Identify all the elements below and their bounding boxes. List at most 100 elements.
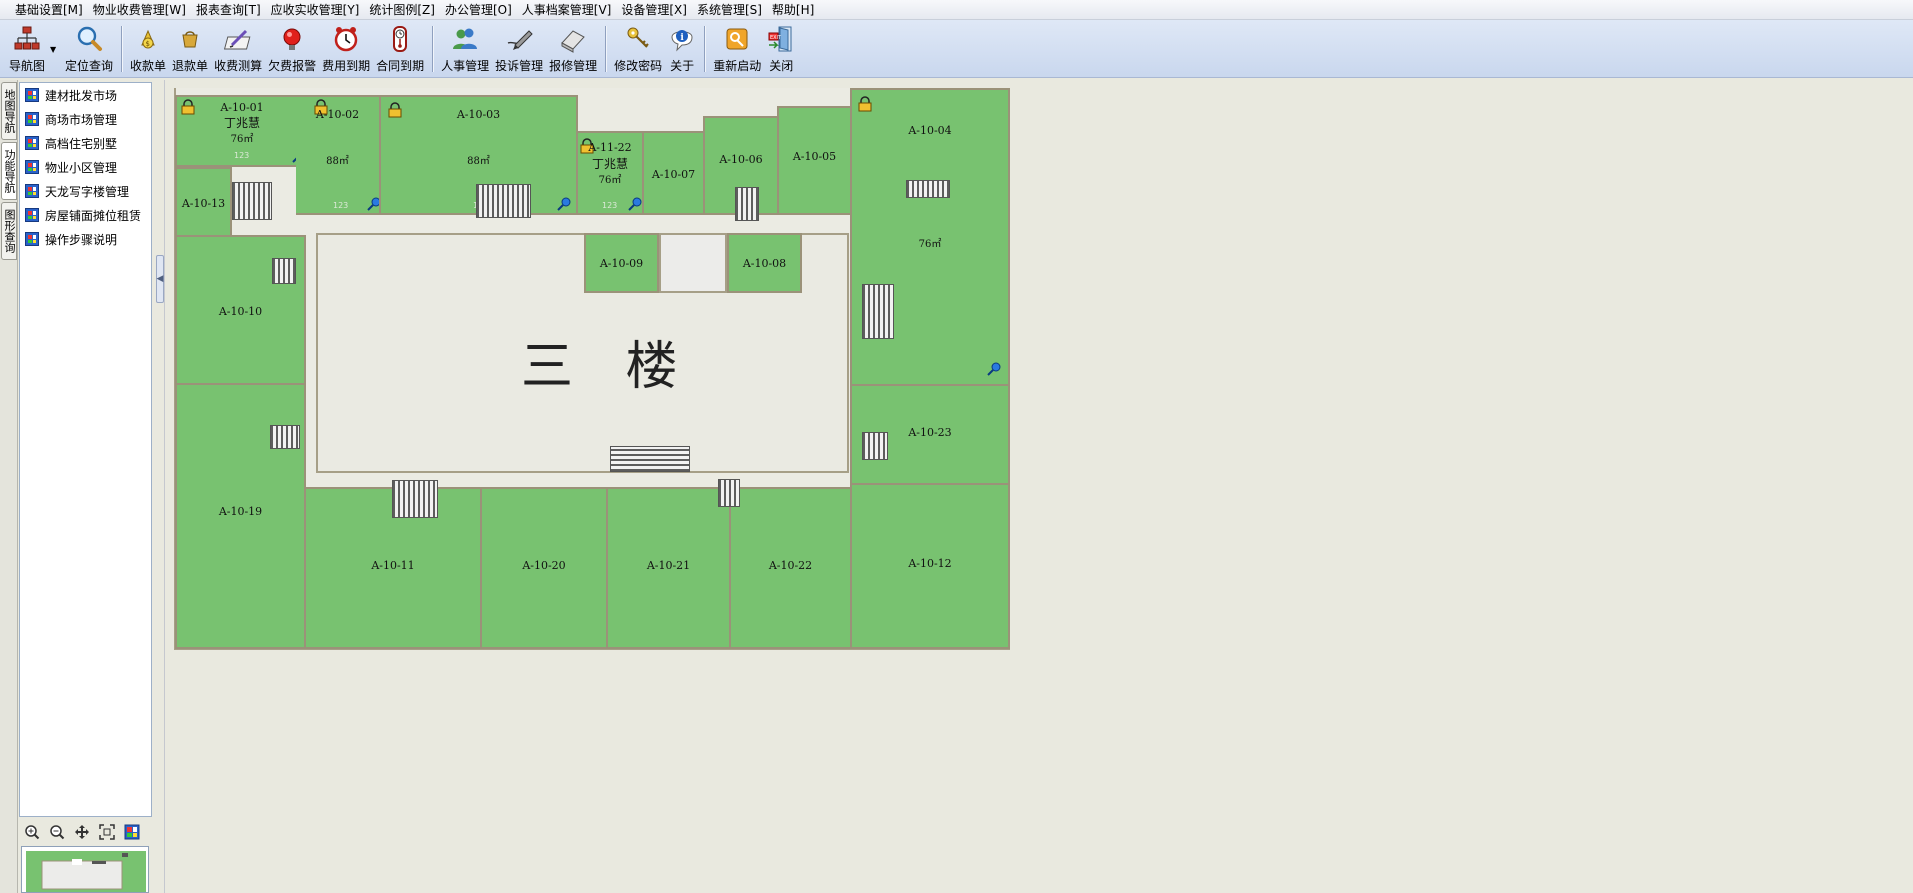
tree-item-residential[interactable]: 物业小区管理 (20, 155, 151, 179)
menu-hr-files[interactable]: 人事档案管理[V] (517, 1, 617, 18)
lock-icon (858, 96, 872, 112)
room-area: 76㎡ (918, 239, 942, 250)
zoom-out-icon[interactable] (47, 822, 67, 842)
room-area: 88㎡ (467, 156, 490, 167)
tree-item-label: 商场市场管理 (45, 112, 118, 127)
room-A-10-12[interactable]: A-10-12 (850, 483, 1010, 649)
room-id: A-11-22 (588, 141, 632, 154)
room-id: A-10-19 (218, 505, 263, 518)
repair-label: 报修管理 (549, 59, 598, 73)
users-icon (451, 25, 479, 53)
room-id: A-10-20 (522, 559, 566, 572)
tree-item-office-tower[interactable]: 天龙写字楼管理 (20, 179, 151, 203)
room-A-10-04[interactable]: A-10-04 76㎡ (850, 88, 1010, 386)
room-A-10-09[interactable]: A-10-09 (584, 233, 659, 293)
fee-calc-button[interactable]: 收费测算 (211, 21, 265, 77)
tab-map-navigation[interactable]: 地图导航 (1, 82, 17, 140)
nav-map-dropdown-icon[interactable]: ▼ (48, 21, 58, 77)
about-button[interactable]: i 关于 (665, 21, 699, 77)
room-id: A-10-01 (220, 101, 264, 114)
map-overview-thumbnail[interactable] (21, 846, 149, 893)
tree-item-instructions[interactable]: 操作步骤说明 (20, 227, 151, 251)
close-button[interactable]: EXIT 关闭 (764, 21, 798, 77)
menu-office[interactable]: 办公管理[O] (440, 1, 517, 18)
stairwell (718, 479, 740, 507)
receipt-icon: $ (134, 25, 162, 53)
toolbar: 导航图 ▼ 定位查询 $ 收款单 退款单 收费测算 欠费报警 费用到期 合同到期… (0, 20, 1913, 78)
escalator (610, 446, 690, 472)
contract-due-button[interactable]: 合同到期 (373, 21, 427, 77)
room-owner: 丁兆慧 (591, 157, 628, 171)
room-A-10-02[interactable]: A-10-02 88㎡ 123 (296, 95, 381, 215)
room-A-10-20[interactable]: A-10-20 (480, 487, 608, 649)
menu-reports[interactable]: 报表查询[T] (191, 1, 266, 18)
room-A-10-07[interactable]: A-10-07 (642, 131, 705, 215)
room-id: A-10-02 (315, 108, 360, 121)
pan-icon[interactable] (72, 822, 92, 842)
tree-item-building-materials[interactable]: 建材批发市场 (20, 83, 151, 107)
tab-graphic-query[interactable]: 图形查询 (1, 202, 17, 260)
room-A-11-22[interactable]: A-11-22 丁兆慧 76㎡ 123 (576, 131, 644, 215)
sidebar-splitter[interactable]: ◀ (155, 80, 165, 893)
void-opening (659, 233, 727, 293)
menu-help[interactable]: 帮助[H] (767, 1, 819, 18)
floor-plan-map[interactable]: A-10-01 丁兆慧 76㎡ 123 A-10-13 A-10-02 88㎡ … (166, 80, 1913, 893)
tab-function-navigation[interactable]: 功能导航 (1, 142, 17, 200)
tree-item-shop-rental[interactable]: 房屋铺面摊位租赁 (20, 203, 151, 227)
escalator (476, 184, 531, 218)
repair-button[interactable]: 报修管理 (546, 21, 600, 77)
tree-item-villas[interactable]: 高档住宅别墅 (20, 131, 151, 155)
fee-due-button[interactable]: 费用到期 (319, 21, 373, 77)
nav-map-button[interactable]: 导航图 (6, 21, 48, 77)
room-id: A-10-10 (218, 305, 263, 318)
room-id: A-10-11 (371, 559, 415, 572)
room-A-10-08[interactable]: A-10-08 (727, 233, 802, 293)
receipt-button[interactable]: $ 收款单 (127, 21, 169, 77)
room-A-10-22[interactable]: A-10-22 (729, 487, 852, 649)
complaint-button[interactable]: 投诉管理 (492, 21, 546, 77)
room-id: A-10-07 (651, 168, 696, 181)
menu-property-fee[interactable]: 物业收费管理[W] (88, 1, 191, 18)
room-A-10-01[interactable]: A-10-01 丁兆慧 76㎡ 123 (175, 95, 309, 167)
hr-button[interactable]: 人事管理 (438, 21, 492, 77)
locate-button[interactable]: 定位查询 (62, 21, 116, 77)
close-label: 关闭 (769, 59, 794, 73)
menu-basic-settings[interactable]: 基础设置[M] (10, 1, 88, 18)
navigation-tree: 建材批发市场 商场市场管理 高档住宅别墅 物业小区管理 天龙写字楼管理 房屋铺面… (19, 82, 152, 817)
menu-equipment[interactable]: 设备管理[X] (616, 1, 692, 18)
room-id: A-10-12 (908, 557, 952, 570)
svg-text:EXIT: EXIT (770, 35, 782, 41)
toolbar-separator (704, 26, 706, 72)
refund-button[interactable]: 退款单 (169, 21, 211, 77)
room-A-10-13[interactable]: A-10-13 (175, 167, 232, 237)
layers-icon[interactable] (122, 822, 142, 842)
collapse-left-icon[interactable]: ◀ (156, 255, 164, 303)
tree-item-label: 房屋铺面摊位租赁 (45, 208, 142, 223)
magnifier-icon (75, 25, 103, 53)
room-A-10-19[interactable]: A-10-19 (175, 383, 306, 649)
zoom-in-icon[interactable] (22, 822, 42, 842)
grid-icon (25, 208, 39, 222)
room-area: 76㎡ (230, 134, 254, 145)
room-owner: 丁兆慧 (223, 116, 260, 130)
change-password-button[interactable]: 修改密码 (611, 21, 665, 77)
menu-receivables[interactable]: 应收实收管理[Y] (266, 1, 365, 18)
red-alarm-icon (278, 25, 306, 53)
stairwell (735, 187, 759, 221)
room-A-10-21[interactable]: A-10-21 (606, 487, 731, 649)
complaint-label: 投诉管理 (495, 59, 544, 73)
tree-item-label: 高档住宅别墅 (45, 136, 118, 151)
restart-key-icon (723, 25, 751, 53)
tree-item-mall-management[interactable]: 商场市场管理 (20, 107, 151, 131)
room-A-10-05[interactable]: A-10-05 (777, 106, 852, 215)
room-id: A-10-22 (768, 559, 813, 572)
fit-extent-icon[interactable] (97, 822, 117, 842)
elevator (906, 180, 950, 198)
arrears-alert-button[interactable]: 欠费报警 (265, 21, 319, 77)
menu-statistics[interactable]: 统计图例[Z] (364, 1, 440, 18)
menu-system[interactable]: 系统管理[S] (692, 1, 767, 18)
calculator-pen-icon (224, 25, 252, 53)
restart-button[interactable]: 重新启动 (710, 21, 764, 77)
room-id: A-10-09 (599, 257, 644, 270)
fee-due-label: 费用到期 (322, 59, 371, 73)
